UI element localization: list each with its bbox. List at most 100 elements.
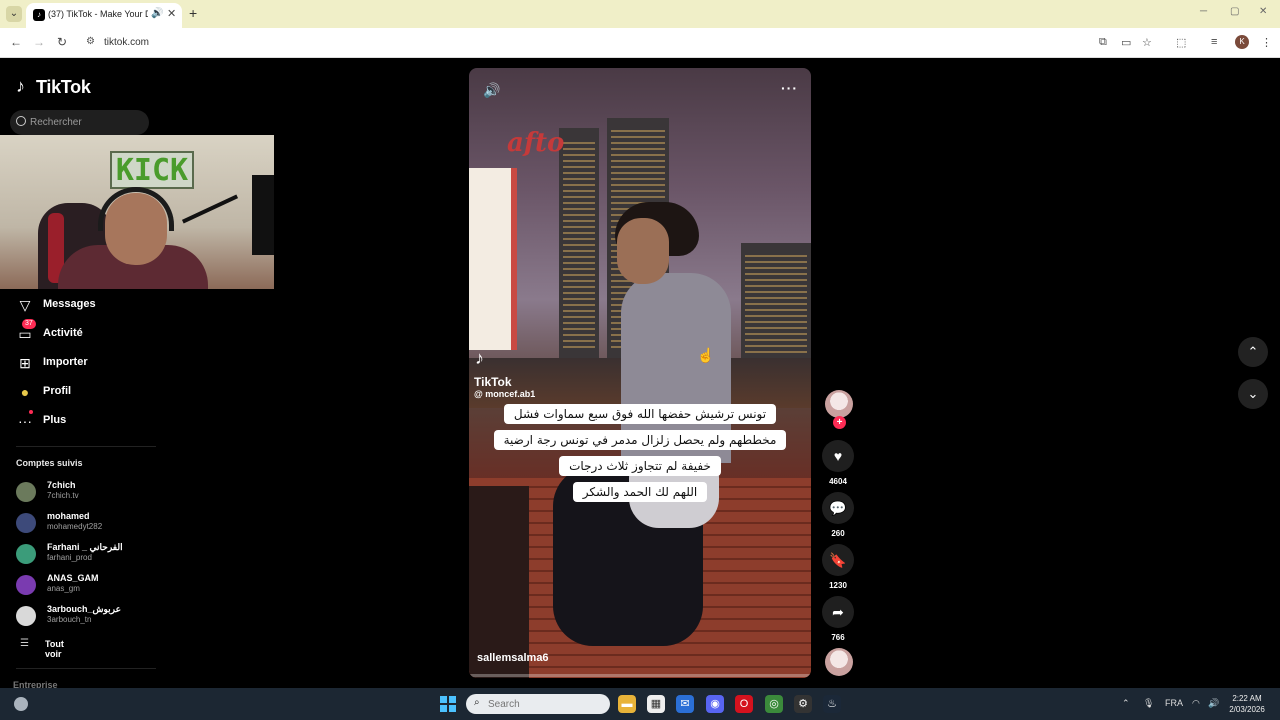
avatar-icon: ● (20, 384, 30, 400)
followed-account[interactable]: mohamed mohamedyt282 (16, 511, 166, 537)
divider (16, 668, 156, 669)
share-count: 766 (831, 633, 845, 642)
translate-icon[interactable]: ⧉ (1099, 36, 1107, 49)
back-icon[interactable]: ← (10, 35, 22, 49)
start-button-icon[interactable] (440, 696, 456, 712)
footer-company[interactable]: Entreprise (13, 680, 58, 688)
app-icon[interactable]: ⚙ (794, 695, 812, 713)
comment-count: 260 (831, 529, 845, 538)
site-info-icon[interactable]: ⚙ (86, 36, 95, 47)
clock[interactable]: 2:22 AM 2/03/2026 (1226, 693, 1268, 715)
account-avatar (16, 513, 36, 533)
followed-account[interactable]: Farhani _ الفرحاني farhani_prod (16, 542, 166, 568)
account-avatar (16, 606, 36, 626)
video-author[interactable]: sallemsalma6 (477, 652, 549, 664)
show-logo-mark: afto (507, 128, 565, 158)
tab-title: (37) TikTok - Make Your Day (48, 9, 148, 19)
wifi-icon[interactable]: ◠ (1192, 698, 1200, 709)
account-name: mohamed (47, 511, 90, 521)
minimize-icon[interactable]: ─ (1200, 6, 1207, 17)
new-tab-icon[interactable]: + (189, 5, 197, 21)
list-icon: ☰ (20, 638, 29, 649)
language-indicator[interactable]: FRA (1165, 698, 1183, 708)
widgets-icon[interactable] (14, 697, 28, 711)
close-window-icon[interactable]: ✕ (1259, 6, 1267, 17)
comment-button[interactable]: 💬 (822, 492, 854, 524)
caption-line: اللهم لك الحمد والشكر (469, 482, 811, 502)
more-options-icon[interactable]: ··· (781, 80, 798, 96)
building-windows (563, 138, 595, 348)
tray-overflow-icon[interactable]: ⌃ (1122, 698, 1130, 709)
tiktok-watermark-icon: ♪ (475, 348, 484, 368)
opera-icon[interactable]: O (735, 695, 753, 713)
save-button[interactable]: 🔖 (822, 544, 854, 576)
nav-label: Plus (43, 414, 67, 426)
mail-icon[interactable]: ✉ (676, 695, 694, 713)
brand-name: TikTok (36, 77, 91, 97)
show-logo-art (469, 168, 517, 350)
discord-icon[interactable]: ◉ (706, 695, 724, 713)
caption-text: تونس ترشيش حفضها الله فوق سبع سماوات فشل (503, 404, 777, 424)
music-disc-avatar[interactable] (825, 648, 853, 676)
reading-list-icon[interactable]: ≡ (1211, 36, 1217, 48)
extensions-icon[interactable]: ⬚ (1176, 36, 1186, 49)
followed-account[interactable]: 7chich 7chich.tv (16, 480, 166, 506)
tab-audio-icon[interactable]: 🔊 (151, 8, 163, 19)
tiktok-note-icon: ♪ (16, 76, 25, 96)
previous-video-button[interactable]: ⌃ (1238, 337, 1268, 367)
volume-icon[interactable]: 🔊 (483, 82, 500, 99)
followed-account[interactable]: 3arbouch_عربوش 3arbouch_tn (16, 604, 166, 630)
account-handle: 7chich.tv (47, 491, 79, 500)
caption-line: مخططهم ولم يحصل زلزال مدمر في تونس رجة ا… (469, 430, 811, 450)
nav-label: Activité (43, 327, 83, 339)
account-handle: mohamedyt282 (47, 522, 103, 531)
taskbar-search[interactable]: ⌕ (466, 694, 610, 714)
address-bar: ← → ↻ ⚙ tiktok.com ⧉ ▭ ☆ ⬚ ≡ ⋮ (0, 28, 1280, 58)
account-avatar (16, 544, 36, 564)
account-name: Farhani _ الفرحاني (47, 542, 123, 552)
store-icon[interactable]: ▦ (647, 695, 665, 713)
nav-label: Messages (43, 298, 96, 310)
maximize-icon[interactable]: ▢ (1230, 6, 1239, 17)
bookmark-star-icon[interactable]: ☆ (1142, 36, 1152, 49)
share-button[interactable]: ➦ (822, 596, 854, 628)
creator-avatar[interactable] (825, 390, 853, 418)
follow-plus-icon[interactable]: + (833, 416, 846, 429)
microphone-icon[interactable]: 🎙 (1143, 698, 1154, 709)
forward-icon[interactable]: → (33, 35, 45, 49)
account-handle: farhani_prod (47, 553, 92, 562)
chevron-down-icon: ⌄ (1247, 386, 1259, 401)
nav-label: Profil (43, 385, 72, 397)
followed-account[interactable]: ANAS_GAM anas_gm (16, 573, 166, 599)
reload-icon[interactable]: ↻ (57, 35, 67, 49)
search-box[interactable] (10, 110, 149, 135)
taskbar-search-input[interactable] (488, 696, 598, 712)
video-progress-bar[interactable] (469, 674, 811, 677)
account-avatar (16, 482, 36, 502)
chrome-icon[interactable]: ◎ (765, 695, 783, 713)
tiktok-favicon-icon: ♪ (33, 9, 45, 21)
comment-icon: 💬 (829, 500, 847, 516)
search-input[interactable] (30, 114, 145, 131)
profile-avatar-icon[interactable]: K (1235, 35, 1249, 49)
steam-icon[interactable]: ♨ (823, 695, 841, 713)
url-field[interactable]: ⚙ tiktok.com (82, 32, 1092, 54)
webcam-overlay: KICK (0, 135, 274, 289)
caption-text: خفيفة لم تتجاوز ثلاث درجات (559, 456, 721, 476)
like-button[interactable]: ♥ (822, 440, 854, 472)
clock-time: 2:22 AM (1232, 694, 1262, 703)
tab-search-menu-icon[interactable]: ⌄ (6, 6, 22, 22)
file-explorer-icon[interactable]: ▬ (618, 695, 636, 713)
account-handle: anas_gm (47, 584, 80, 593)
browser-tab-tiktok[interactable]: ♪ (37) TikTok - Make Your Day 🔊 ✕ (26, 3, 182, 28)
browser-menu-icon[interactable]: ⋮ (1261, 36, 1272, 49)
cast-icon[interactable]: ▭ (1121, 36, 1131, 49)
tab-close-icon[interactable]: ✕ (167, 7, 176, 20)
video-player[interactable]: afto 🔊 ··· ♪ TikTok @ moncef.ab1 تونس تر… (469, 68, 811, 678)
hand-cursor-icon: ☝ (697, 347, 715, 363)
volume-icon[interactable]: 🔊 (1208, 698, 1219, 709)
next-video-button[interactable]: ⌄ (1238, 379, 1268, 409)
account-name: ANAS_GAM (47, 573, 99, 583)
activity-badge: 37 (22, 319, 36, 329)
divider (16, 446, 156, 447)
